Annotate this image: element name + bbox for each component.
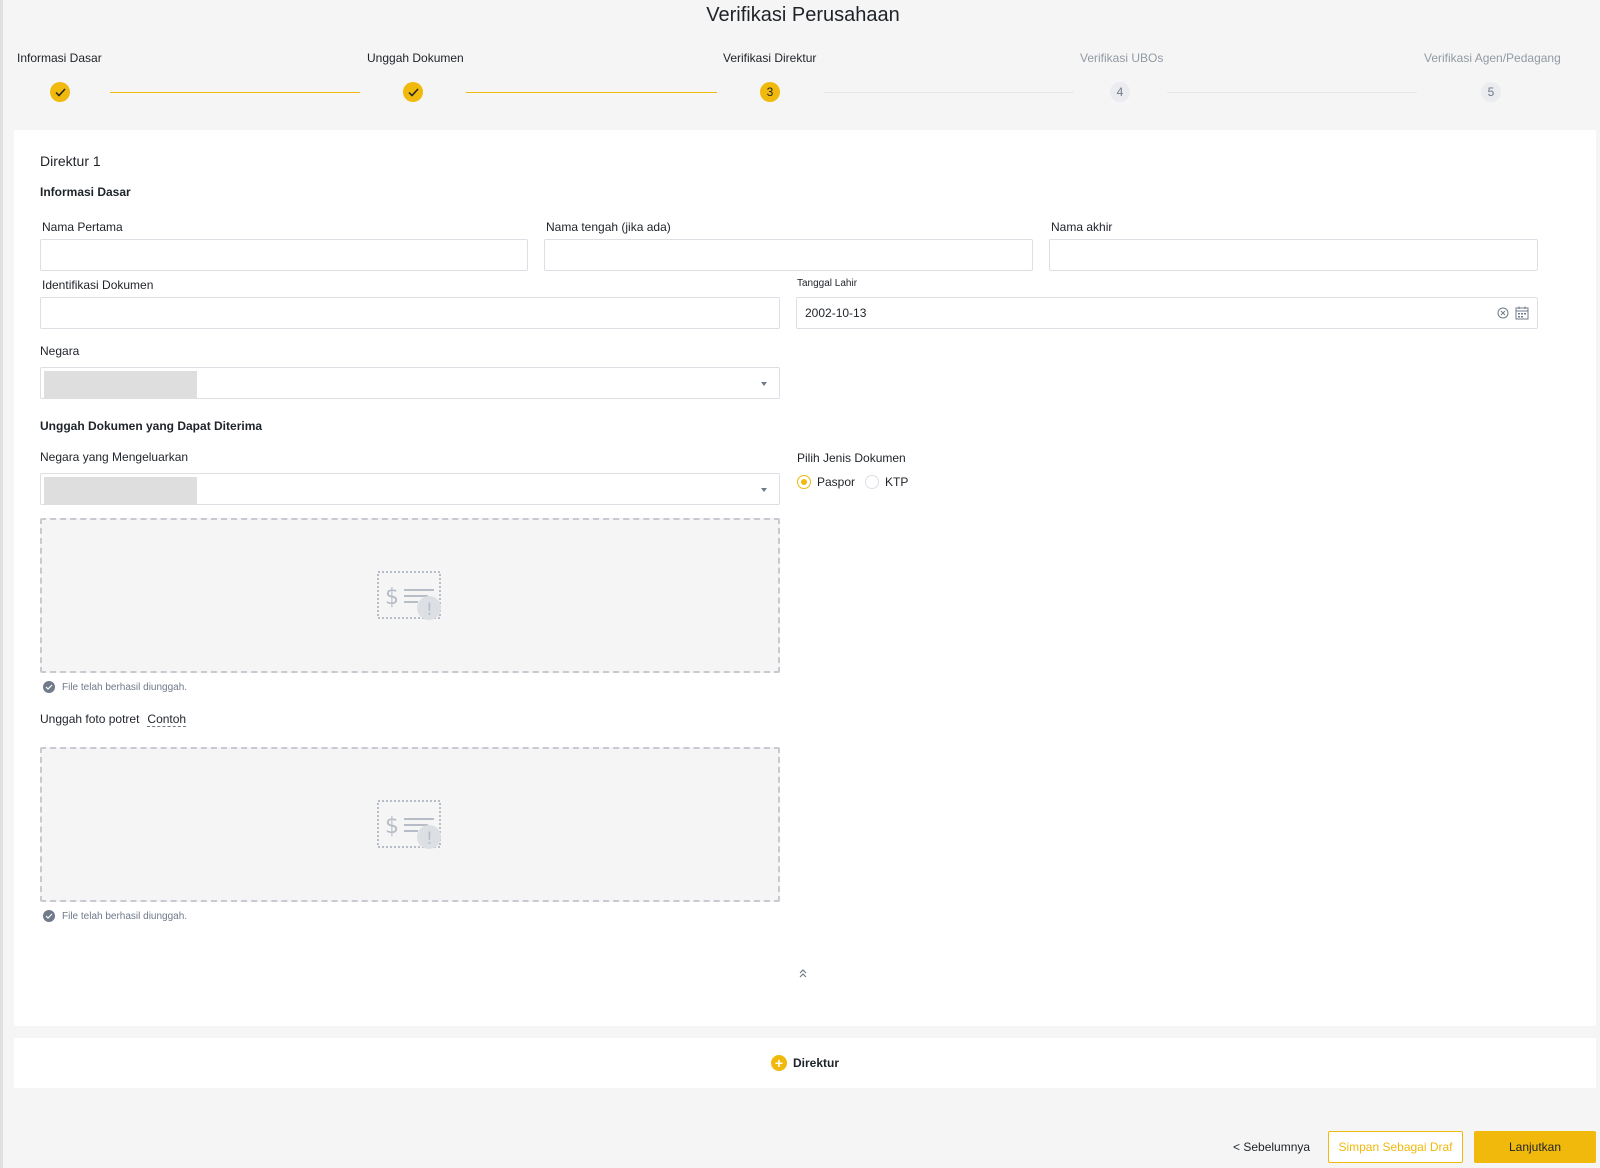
step-label-basic-info: Informasi Dasar bbox=[17, 51, 102, 65]
svg-text:!: ! bbox=[426, 829, 433, 849]
step-connector-2 bbox=[466, 92, 717, 93]
id-document-label: Identifikasi Dokumen bbox=[42, 278, 154, 292]
step-5-marker: 5 bbox=[1481, 82, 1501, 102]
save-draft-button[interactable]: Simpan Sebagai Draf bbox=[1328, 1131, 1463, 1163]
radio-checked-icon bbox=[797, 475, 811, 489]
step-label-ubos: Verifikasi UBOs bbox=[1080, 51, 1164, 65]
first-name-input[interactable] bbox=[40, 239, 528, 271]
collapse-up-icon[interactable] bbox=[798, 968, 808, 978]
document-upload-icon: $ ! bbox=[377, 799, 441, 849]
radio-unchecked-icon bbox=[865, 475, 880, 489]
issuing-country-select[interactable] bbox=[40, 473, 780, 505]
step-label-agent: Verifikasi Agen/Pedagang bbox=[1424, 51, 1561, 65]
document-upload-status: File telah berhasil diunggah. bbox=[43, 681, 187, 693]
step-connector-4 bbox=[1167, 92, 1417, 93]
doc-type-option-label: KTP bbox=[885, 475, 909, 489]
director-title: Direktur 1 bbox=[40, 153, 101, 169]
issuing-country-label: Negara yang Mengeluarkan bbox=[40, 450, 189, 464]
check-icon bbox=[407, 87, 419, 97]
svg-text:$: $ bbox=[385, 814, 399, 839]
doc-type-label: Pilih Jenis Dokumen bbox=[797, 451, 906, 465]
document-upload-status-text: File telah berhasil diunggah. bbox=[62, 681, 188, 693]
birth-date-input[interactable]: 2002-10-13 bbox=[796, 297, 1538, 329]
step-connector-1 bbox=[110, 92, 360, 93]
birth-date-value: 2002-10-13 bbox=[805, 306, 867, 320]
svg-text:$: $ bbox=[385, 585, 399, 610]
middle-name-label: Nama tengah (jika ada) bbox=[546, 220, 671, 234]
first-name-label: Nama Pertama bbox=[42, 220, 123, 234]
doc-type-option-label: Paspor bbox=[817, 475, 856, 489]
id-document-input[interactable] bbox=[40, 297, 780, 329]
last-name-label: Nama akhir bbox=[1051, 220, 1113, 234]
calendar-icon[interactable] bbox=[1515, 306, 1529, 320]
success-check-icon bbox=[43, 681, 55, 693]
caret-down-icon bbox=[761, 382, 767, 386]
step-connector-3 bbox=[824, 92, 1074, 93]
portrait-label: Unggah foto potret bbox=[40, 712, 140, 726]
previous-button[interactable]: < Sebelumnya bbox=[1233, 1140, 1310, 1154]
step-2-check bbox=[403, 82, 423, 102]
caret-down-icon bbox=[761, 488, 767, 492]
clear-icon[interactable] bbox=[1497, 307, 1509, 319]
country-select-value bbox=[44, 371, 197, 399]
check-icon bbox=[54, 87, 66, 97]
last-name-input[interactable] bbox=[1049, 239, 1538, 271]
svg-text:!: ! bbox=[426, 600, 433, 620]
step-label-director: Verifikasi Direktur bbox=[723, 51, 817, 65]
doc-type-radio-group: Paspor KTP bbox=[797, 475, 908, 489]
step-1-check bbox=[50, 82, 70, 102]
doc-type-option-ktp[interactable]: KTP bbox=[865, 475, 908, 489]
portrait-example-link[interactable]: Contoh bbox=[147, 712, 187, 727]
success-check-icon bbox=[43, 910, 55, 922]
add-director-label: Direktur bbox=[792, 1056, 839, 1070]
portrait-upload-status: File telah berhasil diunggah. bbox=[43, 910, 187, 922]
add-director-button[interactable]: + Direktur bbox=[14, 1038, 1596, 1088]
continue-button[interactable]: Lanjutkan bbox=[1474, 1131, 1596, 1163]
doc-type-option-passport[interactable]: Paspor bbox=[797, 475, 855, 489]
basic-info-title: Informasi Dasar bbox=[40, 185, 131, 199]
document-upload-area[interactable]: $ ! bbox=[40, 518, 780, 673]
portrait-label-row: Unggah foto potret Contoh bbox=[40, 712, 187, 727]
step-label-upload-docs: Unggah Dokumen bbox=[367, 51, 464, 65]
country-select[interactable] bbox=[40, 367, 780, 399]
step-3-marker: 3 bbox=[760, 82, 780, 102]
middle-name-input[interactable] bbox=[544, 239, 1033, 271]
director-card: Direktur 1 Informasi Dasar Nama Pertama … bbox=[14, 130, 1596, 1026]
birth-date-label: Tanggal Lahir bbox=[797, 278, 858, 289]
step-4-marker: 4 bbox=[1110, 82, 1130, 102]
plus-icon: + bbox=[770, 1055, 787, 1071]
portrait-upload-status-text: File telah berhasil diunggah. bbox=[62, 910, 188, 922]
portrait-upload-area[interactable]: $ ! bbox=[40, 747, 780, 902]
country-label: Negara bbox=[40, 344, 80, 358]
document-upload-icon: $ ! bbox=[377, 570, 441, 620]
issuing-country-select-value bbox=[44, 477, 197, 505]
page-title: Verifikasi Perusahaan bbox=[706, 4, 900, 26]
upload-docs-title: Unggah Dokumen yang Dapat Diterima bbox=[40, 419, 263, 433]
